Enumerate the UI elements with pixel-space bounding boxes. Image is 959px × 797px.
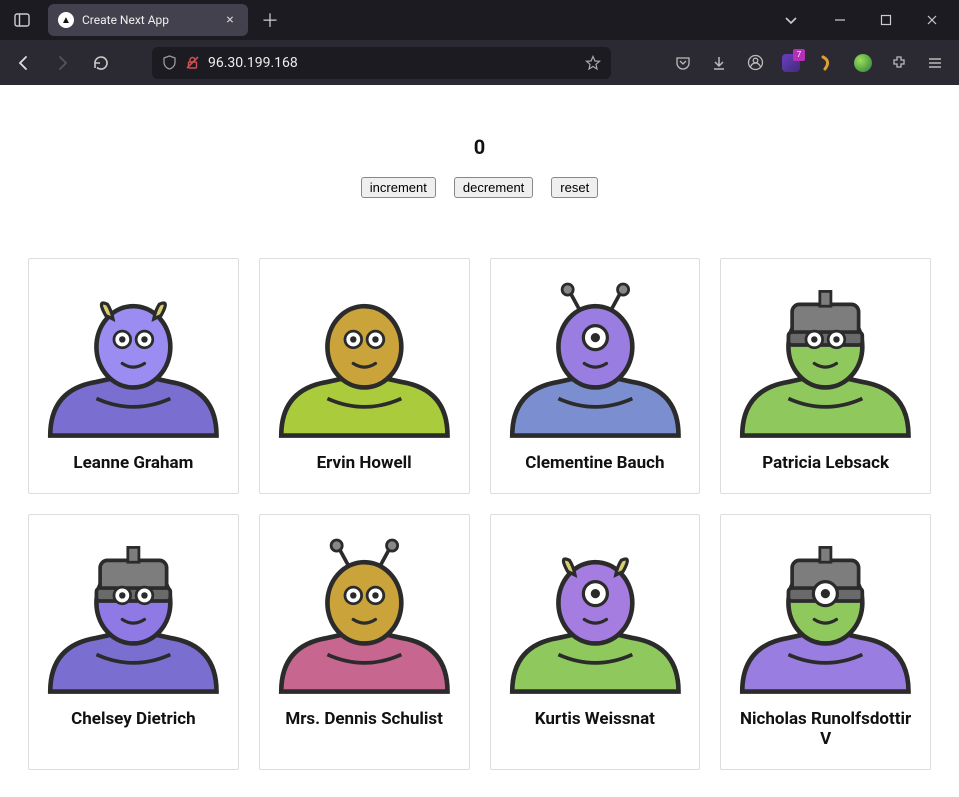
reload-button[interactable] — [84, 47, 116, 79]
user-card[interactable]: Mrs. Dennis Schulist — [259, 514, 470, 770]
browser-tab[interactable]: ▲ Create Next App × — [48, 4, 248, 36]
avatar-image — [41, 273, 226, 441]
decrement-button[interactable]: decrement — [454, 177, 533, 198]
avatar-box — [272, 529, 457, 697]
url-text: 96.30.199.168 — [208, 55, 577, 71]
avatar-box — [733, 273, 918, 441]
page-content: 0 increment decrement reset Leanne Graha… — [0, 85, 959, 770]
avatar-box — [41, 273, 226, 441]
user-name: Mrs. Dennis Schulist — [272, 709, 457, 729]
tab-list-button[interactable] — [773, 5, 809, 35]
avatar-image — [733, 273, 918, 441]
shield-icon — [162, 55, 177, 70]
close-window-button[interactable] — [909, 0, 955, 40]
increment-button[interactable]: increment — [361, 177, 436, 198]
user-name: Nicholas Runolfsdottir V — [733, 709, 918, 749]
extension-button-3[interactable] — [847, 47, 879, 79]
avatar-image — [41, 529, 226, 697]
avatar-box — [272, 273, 457, 441]
downloads-button[interactable] — [703, 47, 735, 79]
counter-value: 0 — [28, 135, 931, 159]
user-card[interactable]: Nicholas Runolfsdottir V — [720, 514, 931, 770]
avatar-box — [41, 529, 226, 697]
avatar-image — [272, 273, 457, 441]
extension-badge: 7 — [793, 49, 805, 61]
user-name: Ervin Howell — [272, 453, 457, 473]
maximize-button[interactable] — [863, 0, 909, 40]
user-name: Kurtis Weissnat — [503, 709, 688, 729]
tab-favicon-icon: ▲ — [58, 12, 74, 28]
forward-button[interactable] — [46, 47, 78, 79]
user-grid: Leanne Graham Ervin Howell — [28, 258, 931, 770]
user-card[interactable]: Leanne Graham — [28, 258, 239, 494]
tab-bar: ▲ Create Next App × ＋ — [0, 0, 959, 40]
user-card[interactable]: Chelsey Dietrich — [28, 514, 239, 770]
pocket-button[interactable] — [667, 47, 699, 79]
toolbar: 96.30.199.168 7 — [0, 40, 959, 85]
extension-button-1[interactable]: 7 — [775, 47, 807, 79]
extension-button-2[interactable] — [811, 47, 843, 79]
account-button[interactable] — [739, 47, 771, 79]
avatar-box — [503, 529, 688, 697]
window-controls — [817, 0, 955, 40]
avatar-image — [272, 529, 457, 697]
browser-chrome: ▲ Create Next App × ＋ — [0, 0, 959, 85]
avatar-image — [503, 273, 688, 441]
app-menu-button[interactable] — [919, 47, 951, 79]
user-name: Patricia Lebsack — [733, 453, 918, 473]
url-bar[interactable]: 96.30.199.168 — [152, 47, 611, 79]
user-name: Leanne Graham — [41, 453, 226, 473]
user-card[interactable]: Ervin Howell — [259, 258, 470, 494]
insecure-lock-icon — [185, 55, 200, 70]
tab-title: Create Next App — [82, 13, 214, 27]
avatar-box — [503, 273, 688, 441]
avatar-image — [503, 529, 688, 697]
tab-close-button[interactable]: × — [222, 12, 238, 28]
avatar-box — [733, 529, 918, 697]
counter-controls: increment decrement reset — [28, 177, 931, 198]
minimize-button[interactable] — [817, 0, 863, 40]
reset-button[interactable]: reset — [551, 177, 598, 198]
user-name: Chelsey Dietrich — [41, 709, 226, 729]
new-tab-button[interactable]: ＋ — [256, 6, 284, 34]
user-card[interactable]: Patricia Lebsack — [720, 258, 931, 494]
back-button[interactable] — [8, 47, 40, 79]
user-name: Clementine Bauch — [503, 453, 688, 473]
user-card[interactable]: Clementine Bauch — [490, 258, 701, 494]
avatar-image — [733, 529, 918, 697]
toolbar-extensions: 7 — [667, 47, 951, 79]
bookmark-star-icon[interactable] — [585, 55, 601, 71]
extensions-overflow-button[interactable] — [883, 47, 915, 79]
sidebar-toggle-button[interactable] — [4, 5, 40, 35]
user-card[interactable]: Kurtis Weissnat — [490, 514, 701, 770]
